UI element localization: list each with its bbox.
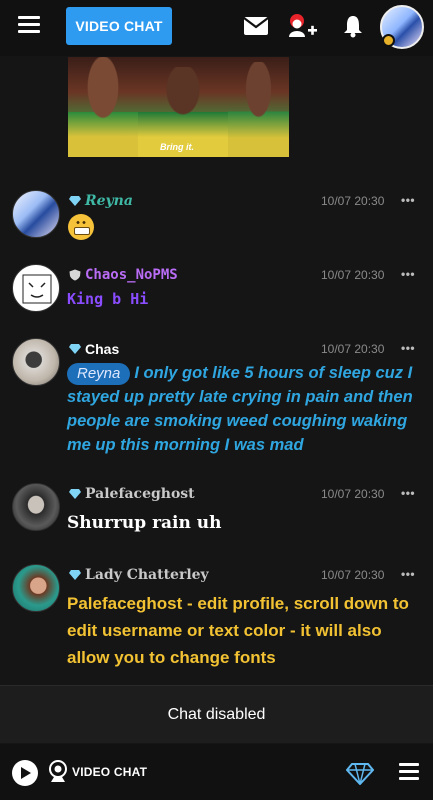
top-bar: VIDEO CHAT xyxy=(0,0,433,56)
chat-message: Chaos_NoPMS 10/07 20:30 ••• King b Hi xyxy=(0,262,433,322)
chat-message: Palefaceghost 10/07 20:30 ••• Shurrup ra… xyxy=(0,481,433,541)
username[interactable]: Chaos_NoPMS xyxy=(85,266,178,284)
status-badge xyxy=(382,34,395,47)
mail-icon[interactable] xyxy=(243,16,269,36)
more-options-icon[interactable]: ••• xyxy=(401,341,415,355)
username[interactable]: Chas xyxy=(85,340,119,358)
more-options-icon[interactable]: ••• xyxy=(401,193,415,207)
message-text: Palefaceghost - edit profile, scroll dow… xyxy=(67,594,409,667)
diamond-icon xyxy=(69,196,81,206)
user-mention[interactable]: Reyna xyxy=(67,363,131,385)
chat-disabled-bar: Chat disabled xyxy=(0,685,433,743)
user-avatar[interactable] xyxy=(12,564,60,612)
user-avatar[interactable] xyxy=(12,190,60,238)
username[interactable]: Lady Chatterley xyxy=(85,566,209,584)
webcam-icon[interactable] xyxy=(48,760,68,784)
play-icon[interactable] xyxy=(12,760,38,786)
diamond-icon[interactable] xyxy=(346,763,374,785)
diamond-icon xyxy=(69,344,81,354)
chat-message: Chas 10/07 20:30 ••• Reyna I only got lik… xyxy=(0,336,433,456)
chat-message: Reyna 10/07 20:30 ••• xyxy=(0,188,433,248)
timestamp: 10/07 20:30 xyxy=(321,194,385,208)
grimacing-face-emoji xyxy=(68,214,94,240)
diamond-icon xyxy=(69,570,81,580)
video-chat-button[interactable]: VIDEO CHAT xyxy=(66,7,172,45)
bottom-bar: VIDEO CHAT xyxy=(0,744,433,800)
gif-caption: Bring it. xyxy=(160,142,194,152)
username[interactable]: Reyna xyxy=(85,192,133,210)
menu-icon[interactable] xyxy=(18,16,40,34)
message-text: Reyna I only got like 5 hours of sleep cu… xyxy=(67,361,423,457)
message-text: Shurrup rain uh xyxy=(67,513,222,533)
timestamp: 10/07 20:30 xyxy=(321,487,385,501)
message-text: King b Hi xyxy=(67,290,149,308)
user-avatar[interactable] xyxy=(12,338,60,386)
user-avatar[interactable] xyxy=(12,483,60,531)
timestamp: 10/07 20:30 xyxy=(321,568,385,582)
video-chat-label[interactable]: VIDEO CHAT xyxy=(72,765,147,779)
timestamp: 10/07 20:30 xyxy=(321,268,385,282)
add-friend-icon[interactable] xyxy=(286,13,318,39)
user-avatar[interactable] xyxy=(12,264,60,312)
chat-message: Lady Chatterley 10/07 20:30 ••• Paleface… xyxy=(0,562,433,672)
diamond-icon xyxy=(69,489,81,499)
more-options-icon[interactable]: ••• xyxy=(401,567,415,581)
timestamp: 10/07 20:30 xyxy=(321,342,385,356)
more-options-icon[interactable]: ••• xyxy=(401,267,415,281)
username[interactable]: Palefaceghost xyxy=(85,485,195,503)
shield-icon xyxy=(69,269,81,281)
more-options-icon[interactable]: ••• xyxy=(401,486,415,500)
bell-icon[interactable] xyxy=(343,14,363,38)
menu-icon[interactable] xyxy=(399,763,419,781)
